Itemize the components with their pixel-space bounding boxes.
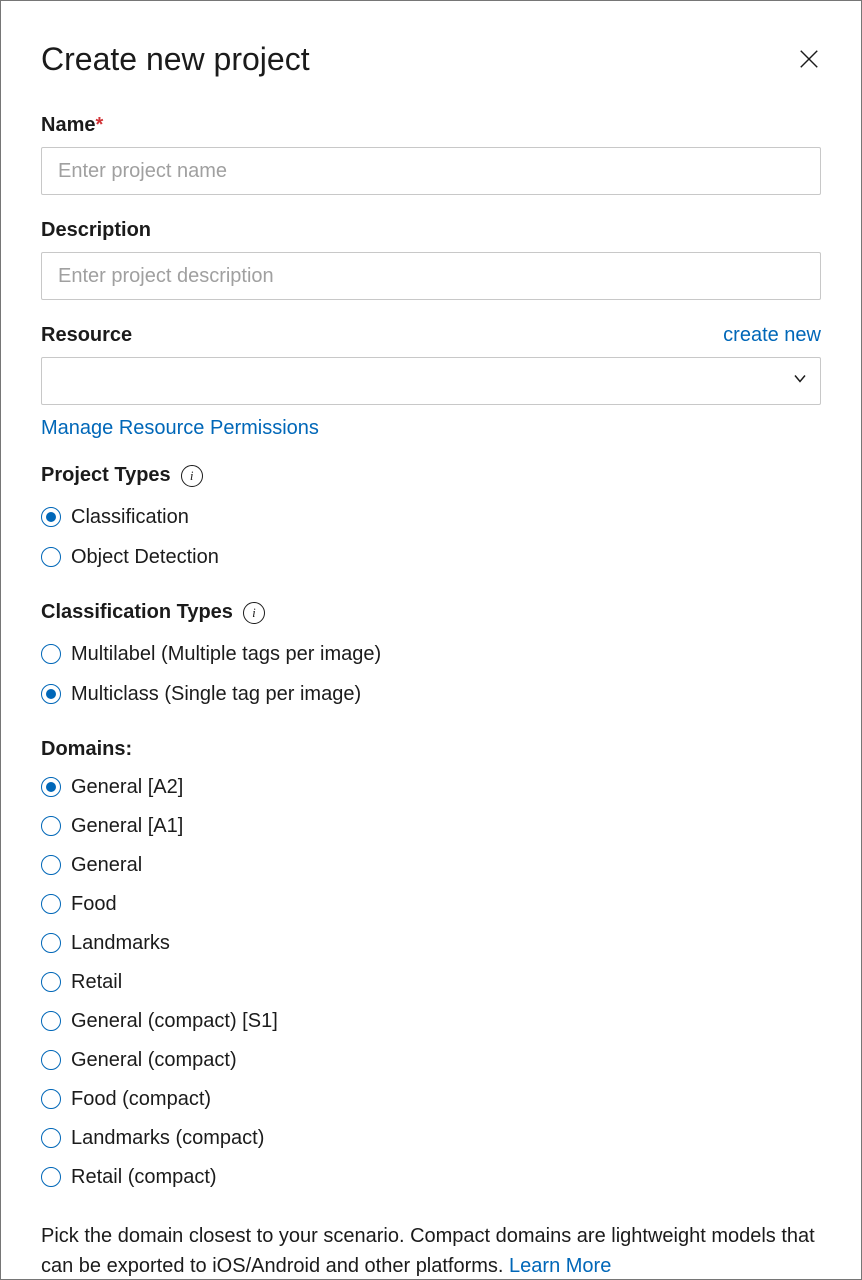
radio-button[interactable]: [41, 1011, 61, 1031]
domain-option[interactable]: Food: [41, 888, 821, 920]
radio-button[interactable]: [41, 684, 61, 704]
domains-help-text: Pick the domain closest to your scenario…: [41, 1221, 821, 1279]
domains-radio-group: General [A2] General [A1] General Food Landm…: [41, 771, 821, 1193]
radio-label: Object Detection: [71, 541, 219, 573]
radio-button[interactable]: [41, 1167, 61, 1187]
resource-label: Resource: [41, 324, 132, 347]
classification-types-info-icon[interactable]: i: [243, 602, 265, 624]
radio-button[interactable]: [41, 1128, 61, 1148]
radio-button[interactable]: [41, 547, 61, 567]
resource-select[interactable]: [41, 357, 821, 405]
radio-button[interactable]: [41, 1089, 61, 1109]
radio-button[interactable]: [41, 816, 61, 836]
radio-label: Landmarks: [71, 927, 170, 959]
description-field-group: Description: [41, 219, 821, 300]
radio-button[interactable]: [41, 507, 61, 527]
radio-button[interactable]: [41, 855, 61, 875]
radio-button[interactable]: [41, 933, 61, 953]
radio-label: Multilabel (Multiple tags per image): [71, 638, 381, 670]
name-field-group: Name*: [41, 114, 821, 195]
required-indicator: *: [95, 114, 103, 136]
domain-option[interactable]: Retail: [41, 966, 821, 998]
description-label: Description: [41, 219, 821, 242]
project-types-title: Project Types: [41, 464, 171, 487]
domain-option[interactable]: Landmarks (compact): [41, 1122, 821, 1154]
radio-label: General (compact) [S1]: [71, 1005, 278, 1037]
project-types-radio-group: Classification Object Detection: [41, 501, 821, 573]
domain-option[interactable]: General [A1]: [41, 810, 821, 842]
name-label: Name*: [41, 114, 821, 137]
radio-label: Multiclass (Single tag per image): [71, 678, 361, 710]
name-input[interactable]: [41, 147, 821, 195]
domain-option[interactable]: Retail (compact): [41, 1161, 821, 1193]
domains-title: Domains:: [41, 738, 821, 761]
radio-label: General: [71, 849, 142, 881]
domain-option[interactable]: General: [41, 849, 821, 881]
classification-types-title: Classification Types: [41, 601, 233, 624]
radio-button[interactable]: [41, 1050, 61, 1070]
resource-field-group: Resource create new Manage Resource Perm…: [41, 324, 821, 440]
radio-label: General [A2]: [71, 771, 183, 803]
classification-types-radio-group: Multilabel (Multiple tags per image) Mult…: [41, 638, 821, 710]
create-project-modal: Create new project Name* Description: [1, 1, 861, 1279]
close-button[interactable]: [797, 47, 821, 71]
learn-more-link[interactable]: Learn More: [509, 1255, 611, 1277]
radio-button[interactable]: [41, 972, 61, 992]
radio-button[interactable]: [41, 894, 61, 914]
radio-label: Retail (compact): [71, 1161, 217, 1193]
radio-label: General (compact): [71, 1044, 237, 1076]
radio-label: General [A1]: [71, 810, 183, 842]
manage-resource-permissions-link[interactable]: Manage Resource Permissions: [41, 417, 319, 440]
radio-label: Retail: [71, 966, 122, 998]
classification-type-option[interactable]: Multiclass (Single tag per image): [41, 678, 821, 710]
radio-button[interactable]: [41, 777, 61, 797]
radio-label: Food: [71, 888, 117, 920]
classification-type-option[interactable]: Multilabel (Multiple tags per image): [41, 638, 821, 670]
domain-option[interactable]: General (compact) [S1]: [41, 1005, 821, 1037]
radio-label: Classification: [71, 501, 189, 533]
project-type-option[interactable]: Classification: [41, 501, 821, 533]
radio-label: Food (compact): [71, 1083, 211, 1115]
modal-title: Create new project: [41, 41, 310, 78]
domain-option[interactable]: Landmarks: [41, 927, 821, 959]
radio-button[interactable]: [41, 644, 61, 664]
project-types-info-icon[interactable]: i: [181, 465, 203, 487]
project-type-option[interactable]: Object Detection: [41, 541, 821, 573]
domain-option[interactable]: General (compact): [41, 1044, 821, 1076]
description-input[interactable]: [41, 252, 821, 300]
create-new-resource-link[interactable]: create new: [723, 324, 821, 347]
domain-option[interactable]: Food (compact): [41, 1083, 821, 1115]
domain-option[interactable]: General [A2]: [41, 771, 821, 803]
radio-label: Landmarks (compact): [71, 1122, 264, 1154]
close-icon: [798, 48, 820, 70]
